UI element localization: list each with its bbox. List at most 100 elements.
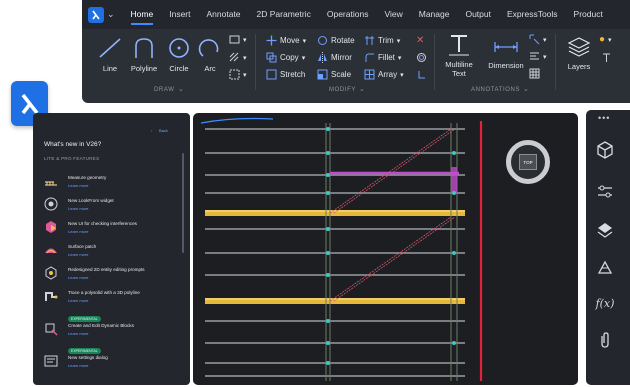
multiline-text-button[interactable]: Multiline Text	[439, 34, 479, 78]
draw-panel-chevron-icon[interactable]: ⌄	[178, 85, 184, 93]
app-menu-button[interactable]	[88, 6, 104, 23]
feature-item-entity-prompts[interactable]: Redesigned 2D entity editing prompts Lea…	[44, 265, 179, 287]
tab-product[interactable]: Product	[574, 0, 603, 29]
feature-item-measure[interactable]: Measure geometry Learn more	[44, 173, 179, 195]
viewcube-widget[interactable]: TOP	[506, 140, 550, 184]
layer-tool-icon	[603, 53, 610, 62]
whats-new-title: What's new in V26?	[44, 141, 102, 148]
rotate-button[interactable]: Rotate	[317, 35, 355, 46]
tab-manage[interactable]: Manage	[419, 0, 450, 29]
boundary-button[interactable]: ▾	[229, 69, 247, 80]
scale-button[interactable]: Scale	[317, 69, 351, 80]
feature-title: New UI for checking interferences	[68, 221, 137, 226]
line-icon	[99, 38, 121, 58]
copy-button[interactable]: Copy ▾	[266, 52, 305, 63]
layers-panel-icon[interactable]	[595, 220, 615, 240]
ribbon: ⌄ Home Insert Annotate 2D Parametric Ope…	[82, 0, 630, 103]
hatch-icon	[229, 52, 239, 62]
floor-lines	[205, 128, 465, 377]
move-button[interactable]: Move ▾	[266, 35, 306, 46]
learn-more-link[interactable]: Learn more	[68, 252, 88, 257]
annotations-panel-label[interactable]: ANNOTATIONS	[471, 87, 520, 93]
learn-more-link[interactable]: Learn more	[68, 363, 88, 368]
layer-tool-button[interactable]	[601, 52, 612, 63]
tab-expresstools[interactable]: ExpressTools	[507, 0, 558, 29]
stretch-label: Stretch	[280, 70, 306, 79]
circle-button[interactable]: Circle	[164, 36, 194, 73]
viewcube-top-face[interactable]: TOP	[519, 154, 537, 170]
feature-item-lookfrom[interactable]: New LookFrom widget Learn more	[44, 196, 179, 218]
draw-panel-label[interactable]: DRAW	[154, 87, 175, 93]
feature-title: Trace a polysolid with a 3D polyline	[68, 290, 140, 295]
stretch-button[interactable]: Stretch	[266, 69, 305, 80]
learn-more-link[interactable]: Learn more	[68, 298, 88, 303]
entity-editing-icon	[45, 266, 57, 280]
learn-more-link[interactable]: Learn more	[68, 183, 88, 188]
modify-panel-label[interactable]: MODIFY	[329, 87, 356, 93]
mirror-button[interactable]: Mirror	[317, 52, 352, 63]
annotations-panel-chevron-icon[interactable]: ⌄	[523, 85, 529, 93]
tab-output[interactable]: Output	[465, 0, 491, 29]
offset-button[interactable]	[416, 52, 427, 63]
fillet-button[interactable]: Fillet ▾	[364, 52, 401, 63]
line-button[interactable]: Line	[94, 36, 126, 73]
modify-panel-chevron-icon[interactable]: ⌄	[359, 85, 365, 93]
polyline-icon	[135, 38, 153, 58]
erase-button[interactable]: ✕	[416, 35, 424, 46]
scrollbar[interactable]	[182, 153, 184, 253]
learn-more-link[interactable]: Learn more	[68, 275, 88, 280]
rectangle-button[interactable]: ▾	[229, 34, 247, 45]
layer-state-button[interactable]: ● ▾	[599, 34, 612, 45]
table-button[interactable]	[529, 68, 540, 79]
back-chevron-icon[interactable]: ‹	[151, 128, 152, 133]
feature-item-surface-patch[interactable]: Surface patch Learn more	[44, 242, 179, 264]
array-label: Array	[378, 70, 398, 79]
feature-item-polysolid[interactable]: Trace a polysolid with a 3D polyline Lea…	[44, 288, 179, 310]
polyline-button[interactable]: Polyline	[126, 36, 162, 73]
feature-item-settings-dialog[interactable]: EXPERIMENTAL New settings dialog Learn m…	[44, 348, 179, 375]
layers-button[interactable]: Layers	[562, 36, 596, 71]
feature-title: Create and Edit Dynamic Blocks	[68, 323, 134, 328]
arc-button[interactable]: Arc	[196, 36, 224, 73]
formula-icon[interactable]: f(x)	[595, 294, 615, 314]
attach-icon[interactable]	[595, 330, 615, 350]
tool-palette-icon[interactable]	[595, 258, 615, 278]
move-icon	[266, 35, 277, 46]
tab-view[interactable]: View	[384, 0, 402, 29]
surface-patch-icon	[45, 248, 57, 254]
layers-icon	[567, 37, 591, 57]
leader-button[interactable]: ▾	[529, 34, 547, 45]
feature-title: Measure geometry	[68, 175, 107, 180]
tab-insert[interactable]: Insert	[169, 0, 190, 29]
fillet-icon	[365, 53, 374, 62]
feature-item-dynamic-blocks[interactable]: EXPERIMENTAL Create and Edit Dynamic Blo…	[44, 316, 179, 343]
app-menu-chevron-icon[interactable]: ⌄	[107, 9, 115, 20]
ribbon-divider	[555, 34, 556, 90]
experimental-badge: EXPERIMENTAL	[68, 316, 101, 322]
learn-more-link[interactable]: Learn more	[68, 206, 88, 211]
copy-label: Copy	[280, 53, 299, 62]
tab-operations[interactable]: Operations	[327, 0, 369, 29]
array-button[interactable]: Array ▾	[364, 69, 404, 80]
tab-home[interactable]: Home	[130, 0, 153, 29]
settings-sliders-icon[interactable]	[595, 182, 615, 202]
trim-button[interactable]: Trim ▾	[364, 35, 400, 46]
feature-item-interferences[interactable]: New UI for checking interferences Learn …	[44, 219, 179, 241]
tab-annotate[interactable]: Annotate	[207, 0, 241, 29]
properties-icon[interactable]	[595, 140, 615, 160]
trim-icon	[365, 36, 374, 45]
tab-2d-parametric[interactable]: 2D Parametric	[257, 0, 311, 29]
dimension-button[interactable]: Dimension	[484, 37, 528, 70]
explode-button[interactable]	[416, 69, 427, 80]
learn-more-link[interactable]: Learn more	[68, 229, 88, 234]
scale-label: Scale	[331, 70, 352, 79]
right-panel-rail: ••• f(x)	[586, 110, 630, 385]
back-link[interactable]: Back	[159, 128, 168, 133]
multiline-text-label-2: Text	[452, 69, 466, 78]
more-icon[interactable]: •••	[598, 113, 610, 123]
multileader-button[interactable]: ▾	[529, 51, 547, 62]
polysolid-icon	[45, 292, 58, 301]
hatch-button[interactable]: ▾	[229, 52, 247, 63]
multileader-icon	[530, 52, 539, 60]
learn-more-link[interactable]: Learn more	[68, 331, 88, 336]
